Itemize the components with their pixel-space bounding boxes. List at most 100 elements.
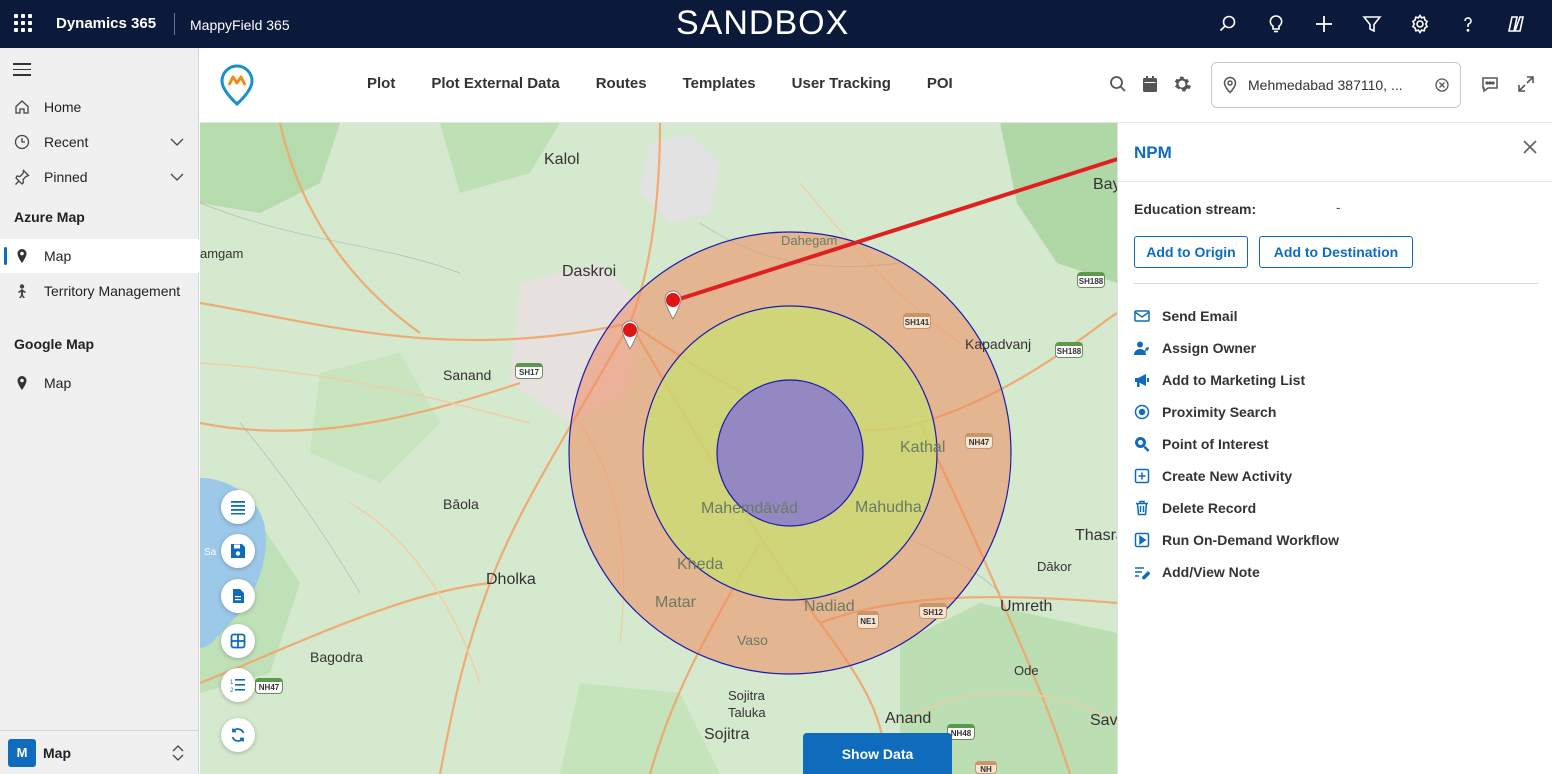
mappyfield-logo[interactable] (220, 64, 254, 111)
refresh-button[interactable] (221, 718, 255, 752)
action-label: Delete Record (1162, 500, 1257, 516)
place-label: Ode (1014, 663, 1039, 678)
top-bar: Dynamics 365 MappyField 365 SANDBOX (0, 0, 1552, 48)
road-shield: SH12 (919, 603, 947, 619)
area-badge: M (8, 738, 36, 767)
numbered-list-icon: 12 (230, 679, 245, 693)
place-label: Dākor (1037, 559, 1072, 574)
list-button[interactable] (221, 490, 255, 524)
expand-icon[interactable] (1516, 74, 1536, 94)
nav-item-label: Map (44, 375, 72, 391)
action-send-email[interactable]: Send Email (1134, 300, 1339, 332)
new-activity-icon (1134, 468, 1150, 484)
main-menu: Plot Plot External Data Routes Templates… (367, 75, 953, 92)
clear-icon[interactable] (1434, 77, 1450, 93)
clock-icon (0, 134, 44, 150)
pin-icon (0, 169, 44, 185)
left-navigation: Home Recent Pinned Azure Map Map Territo… (0, 48, 199, 774)
place-label: Kheda (677, 556, 724, 573)
map-pin-icon (0, 248, 44, 264)
action-label: Proximity Search (1162, 404, 1277, 420)
nav-item-azure-map[interactable]: Map (0, 239, 199, 273)
nav-item-recent[interactable]: Recent (0, 125, 199, 159)
territory-icon (0, 283, 44, 299)
close-icon[interactable] (1522, 139, 1538, 155)
action-proximity-search[interactable]: Proximity Search (1134, 396, 1339, 428)
place-label: Umreth (1000, 598, 1053, 615)
menu-routes[interactable]: Routes (596, 75, 647, 92)
search-icon[interactable] (1108, 74, 1128, 94)
place-label: Sojitra (728, 688, 765, 703)
action-assign-owner[interactable]: Assign Owner (1134, 332, 1339, 364)
menu-plot-external-data[interactable]: Plot External Data (431, 75, 559, 92)
action-label: Point of Interest (1162, 436, 1269, 452)
table-button[interactable] (221, 624, 255, 658)
road-shield: NH47 (255, 678, 283, 694)
place-label: Mahudha (855, 499, 922, 516)
nav-item-label: Pinned (44, 169, 88, 185)
nav-item-territory-management[interactable]: Territory Management (0, 274, 199, 308)
place-label: Kathal (900, 439, 946, 456)
place-label: Anand (885, 710, 932, 727)
help-icon[interactable] (1444, 12, 1492, 36)
nav-item-pinned[interactable]: Pinned (0, 160, 199, 194)
assign-owner-icon (1134, 341, 1149, 355)
gear-icon[interactable] (1396, 12, 1444, 36)
add-to-origin-button[interactable]: Add to Origin (1134, 236, 1248, 268)
place-label: Sav (1090, 712, 1117, 729)
chevron-down-icon[interactable] (169, 134, 185, 150)
nav-group-google-map: Google Map (14, 336, 95, 352)
save-button[interactable] (221, 534, 255, 568)
menu-user-tracking[interactable]: User Tracking (792, 75, 891, 92)
menu-plot[interactable]: Plot (367, 75, 395, 92)
app-launcher-icon[interactable] (14, 14, 32, 32)
menu-templates[interactable]: Templates (683, 75, 756, 92)
action-create-new-activity[interactable]: Create New Activity (1134, 460, 1339, 492)
document-button[interactable] (221, 579, 255, 613)
add-to-destination-button[interactable]: Add to Destination (1259, 236, 1413, 268)
nav-item-google-map[interactable]: Map (0, 366, 199, 400)
menu-poi[interactable]: POI (927, 75, 953, 92)
place-label: Sa (204, 547, 217, 558)
road-shield: SH188 (1055, 342, 1083, 358)
brand-title[interactable]: Dynamics 365 (56, 15, 156, 32)
search-icon[interactable] (1204, 12, 1252, 36)
hamburger-icon[interactable] (13, 63, 31, 80)
action-delete-record[interactable]: Delete Record (1134, 492, 1339, 524)
filter-icon[interactable] (1348, 12, 1396, 36)
action-point-of-interest[interactable]: Point of Interest (1134, 428, 1339, 460)
location-value: Mehmedabad 387110, ... (1248, 77, 1403, 93)
road-shield: NE1 (857, 611, 879, 629)
calendar-icon[interactable] (1140, 74, 1160, 94)
save-icon (231, 544, 245, 558)
show-data-button[interactable]: Show Data (803, 733, 952, 774)
field-label: Education stream: (1134, 201, 1257, 217)
map-canvas[interactable]: Kalol Daskroi Sanand Bāola Dholka Bagodr… (200, 123, 1117, 774)
chat-icon[interactable] (1480, 74, 1500, 94)
plus-icon[interactable] (1300, 12, 1348, 36)
action-list: Send Email Assign Owner Add to Marketing… (1134, 300, 1339, 588)
record-title[interactable]: NPM (1134, 143, 1172, 163)
trash-icon (1136, 500, 1148, 516)
chevron-down-icon[interactable] (169, 169, 185, 185)
location-search-input[interactable]: Mehmedabad 387110, ... (1211, 62, 1461, 108)
top-toolbar (1204, 12, 1540, 36)
svg-text:1: 1 (230, 680, 234, 686)
lightbulb-icon[interactable] (1252, 12, 1300, 36)
numbered-list-button[interactable]: 12 (221, 668, 255, 702)
road-shield: NH47 (965, 433, 993, 449)
action-run-on-demand-workflow[interactable]: Run On-Demand Workflow (1134, 524, 1339, 556)
road-shield: SH141 (903, 313, 931, 329)
chevron-updown-icon[interactable] (171, 744, 185, 762)
place-label: Matar (655, 594, 696, 611)
app-name[interactable]: MappyField 365 (190, 17, 290, 33)
document-icon (233, 589, 244, 603)
map-pin-icon (0, 375, 44, 391)
copilot-icon[interactable] (1492, 12, 1540, 36)
gear-icon[interactable] (1172, 74, 1192, 94)
action-add-to-marketing-list[interactable]: Add to Marketing List (1134, 364, 1339, 396)
nav-item-home[interactable]: Home (0, 90, 199, 124)
area-switcher[interactable]: M Map (0, 730, 199, 774)
action-add-view-note[interactable]: Add/View Note (1134, 556, 1339, 588)
area-label: Map (43, 744, 71, 761)
